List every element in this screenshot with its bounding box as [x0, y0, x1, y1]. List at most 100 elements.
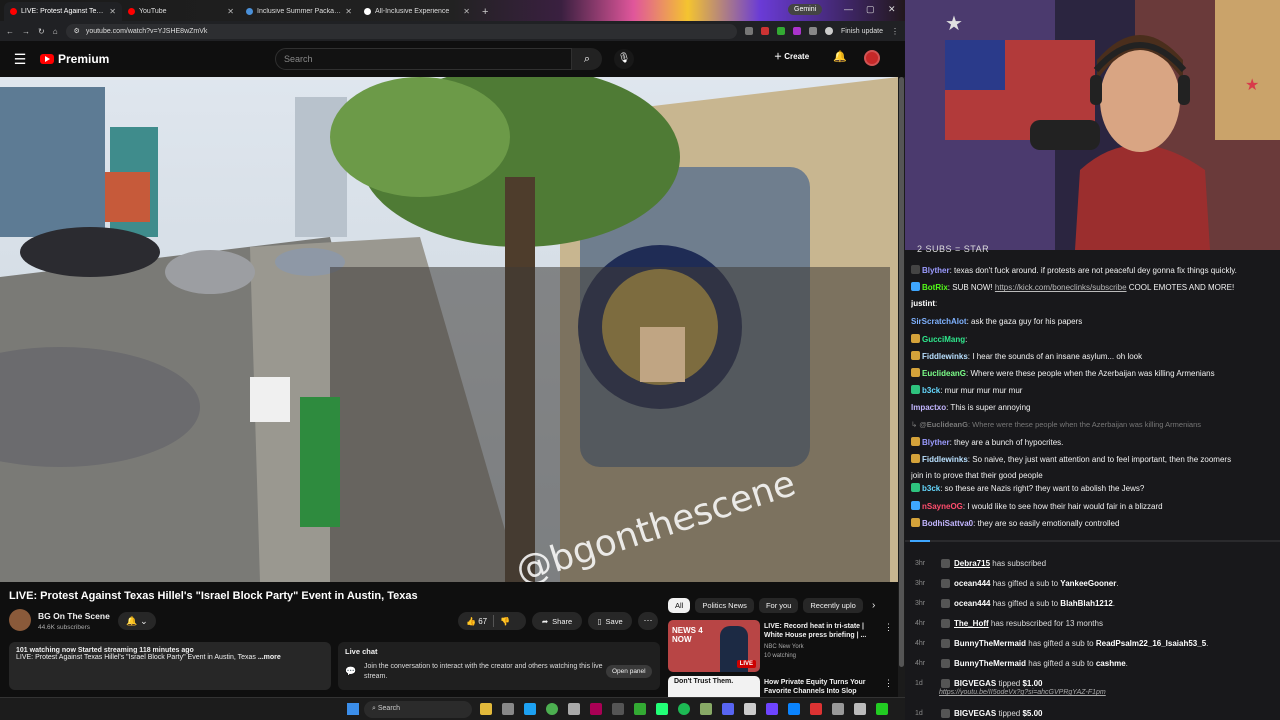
- browser-tab[interactable]: LIVE: Protest Against Texas Hill ✕: [4, 2, 122, 21]
- profile-icon[interactable]: [824, 27, 833, 35]
- discord-icon[interactable]: [722, 703, 734, 715]
- gemini-button[interactable]: Gemini: [788, 4, 823, 15]
- extension-icon[interactable]: [744, 27, 753, 35]
- maximize-icon[interactable]: ▢: [866, 4, 875, 15]
- notifications-bell-icon[interactable]: 🔔: [833, 50, 847, 63]
- description-box[interactable]: 101 watching now Started streaming 118 m…: [9, 642, 331, 690]
- chat-username[interactable]: Fiddlewinks: [922, 352, 968, 361]
- app-icon[interactable]: [854, 703, 866, 715]
- finish-update-button[interactable]: Finish update: [841, 28, 883, 35]
- spotify-icon[interactable]: [678, 703, 690, 715]
- video-player[interactable]: @bgonthescene: [0, 77, 898, 582]
- app-icon[interactable]: [766, 703, 778, 715]
- extension-icon[interactable]: [808, 27, 817, 35]
- recommendation-item[interactable]: Don't Trust Them. How Private Equity Tur…: [668, 676, 893, 697]
- event-username[interactable]: ocean444: [954, 599, 990, 608]
- site-info-icon[interactable]: ⚙: [74, 27, 80, 35]
- app-icon[interactable]: [502, 703, 514, 715]
- edge-icon[interactable]: [524, 703, 536, 715]
- close-window-icon[interactable]: ✕: [888, 4, 896, 15]
- chat-username[interactable]: Fiddlewinks: [922, 455, 968, 464]
- chat-username[interactable]: @EuclideanG: [919, 420, 968, 429]
- event-username[interactable]: ocean444: [954, 579, 990, 588]
- app-icon[interactable]: [700, 703, 712, 715]
- event-username[interactable]: $5.00: [1022, 709, 1042, 718]
- forward-icon[interactable]: →: [22, 27, 30, 36]
- app-icon[interactable]: [832, 703, 844, 715]
- taskbar-search-input[interactable]: ⌕ Search: [364, 701, 472, 718]
- event-username[interactable]: BIGVEGAS: [954, 709, 996, 718]
- chat-link[interactable]: https://kick.com/boneclinks/subscribe: [995, 283, 1127, 292]
- chrome-icon[interactable]: [546, 703, 558, 715]
- chat-username[interactable]: SirScratchAlot: [911, 317, 967, 326]
- app-icon[interactable]: [568, 703, 580, 715]
- chat-username[interactable]: GucciMang: [922, 335, 965, 344]
- account-avatar[interactable]: [864, 50, 880, 66]
- browser-menu-icon[interactable]: ⋮: [891, 27, 899, 36]
- chat-username[interactable]: nSayneOG: [922, 502, 963, 511]
- chat-username[interactable]: BodhiSattva0: [922, 519, 973, 528]
- microphone-icon[interactable]: 🎙: [614, 49, 634, 69]
- more-options-icon[interactable]: ⋮: [884, 678, 893, 689]
- recommendation-thumbnail[interactable]: Don't Trust Them.: [668, 676, 760, 697]
- chat-username[interactable]: EuclideanG: [922, 369, 966, 378]
- app-icon[interactable]: [590, 703, 602, 715]
- browser-tab[interactable]: All-Inclusive Experience ✕: [358, 2, 476, 21]
- app-icon[interactable]: [634, 703, 646, 715]
- filter-chip[interactable]: All: [668, 598, 691, 613]
- extension-icon[interactable]: [792, 27, 801, 35]
- page-scrollbar[interactable]: [898, 77, 905, 697]
- minimize-icon[interactable]: —: [844, 4, 853, 14]
- event-username[interactable]: $1.00: [1022, 679, 1042, 688]
- tab-close-icon[interactable]: ✕: [227, 7, 234, 16]
- event-username[interactable]: ReadPsalm22_16_Isaiah53_5: [1096, 639, 1206, 648]
- filter-chip[interactable]: Politics News: [695, 598, 754, 613]
- event-username[interactable]: cashme: [1096, 659, 1126, 668]
- event-username[interactable]: BunnyTheMermaid: [954, 639, 1026, 648]
- app-icon[interactable]: [744, 703, 756, 715]
- show-more-link[interactable]: ...more: [258, 654, 281, 661]
- share-button[interactable]: ➦ Share: [532, 612, 582, 630]
- hamburger-menu-icon[interactable]: ☰: [0, 51, 40, 68]
- search-input[interactable]: Search: [275, 48, 572, 70]
- chat-username[interactable]: Blyther: [922, 266, 950, 275]
- event-username[interactable]: YankeeGooner: [1060, 579, 1116, 588]
- event-username[interactable]: BIGVEGAS: [954, 679, 996, 688]
- recommendation-item[interactable]: NEWS 4 NOW LIVE LIVE: Record heat in tri…: [668, 620, 893, 672]
- app-icon[interactable]: [810, 703, 822, 715]
- channel-avatar[interactable]: [9, 609, 31, 631]
- youtube-logo[interactable]: Premium: [40, 52, 109, 66]
- browser-tab[interactable]: Inclusive Summer Package | Co✕: [240, 2, 358, 21]
- new-tab-icon[interactable]: +: [476, 6, 494, 21]
- more-actions-icon[interactable]: ⋯: [638, 612, 658, 630]
- app-icon[interactable]: [876, 703, 888, 715]
- extension-icon[interactable]: [760, 27, 769, 35]
- search-icon[interactable]: ⌕: [572, 48, 602, 70]
- like-button[interactable]: 👍 67: [466, 617, 487, 626]
- event-username[interactable]: BlahBlah1212: [1060, 599, 1112, 608]
- windows-start-icon[interactable]: [347, 703, 359, 715]
- channel-name[interactable]: BG On The Scene: [38, 611, 110, 621]
- back-icon[interactable]: ←: [6, 27, 14, 36]
- extension-icon[interactable]: [776, 27, 785, 35]
- subscribed-bell-button[interactable]: 🔔 ⌄: [118, 612, 156, 630]
- chat-username[interactable]: Impactxo: [911, 403, 946, 412]
- more-options-icon[interactable]: ⋮: [884, 622, 893, 633]
- file-explorer-icon[interactable]: [480, 703, 492, 715]
- filter-chip[interactable]: Recently uplo: [803, 598, 863, 613]
- chat-username[interactable]: b3ck: [922, 484, 940, 493]
- chat-username[interactable]: BotRix: [922, 283, 948, 292]
- browser-tab[interactable]: YouTube ✕: [122, 2, 240, 21]
- tab-close-icon[interactable]: ✕: [109, 7, 116, 16]
- home-icon[interactable]: ⌂: [53, 27, 58, 36]
- chat-username[interactable]: Blyther: [922, 438, 950, 447]
- recommendation-thumbnail[interactable]: NEWS 4 NOW LIVE: [668, 620, 760, 672]
- recommendation-channel[interactable]: NBC New York: [764, 644, 804, 650]
- event-link[interactable]: https://youtu.be/II5odeVx?g?si=ahcGVPRgY…: [939, 689, 1106, 696]
- dislike-button[interactable]: 👎: [500, 617, 510, 626]
- app-icon[interactable]: [656, 703, 668, 715]
- open-panel-button[interactable]: Open panel: [606, 665, 652, 678]
- terminal-icon[interactable]: [612, 703, 624, 715]
- app-icon[interactable]: [788, 703, 800, 715]
- chevron-right-icon[interactable]: ›: [872, 600, 875, 611]
